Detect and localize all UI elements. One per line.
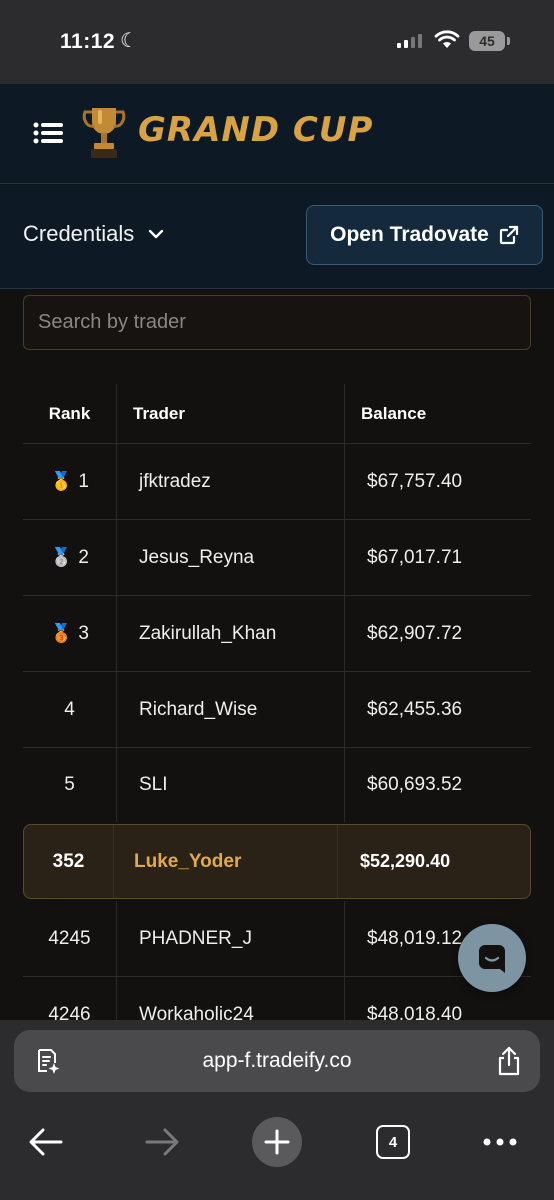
table-row[interactable]: 🥉 3 Zakirullah_Khan $62,907.72 <box>23 596 531 672</box>
table-row[interactable]: 4246 Workaholic24 $48,018.40 <box>23 977 531 1020</box>
more-button[interactable] <box>478 1118 522 1166</box>
new-tab-button[interactable] <box>251 1117 303 1167</box>
table-row[interactable]: 4 Richard_Wise $62,455.36 <box>23 672 531 748</box>
bronze-medal-icon: 🥉 <box>50 623 73 643</box>
trader-cell: SLI <box>117 748 345 822</box>
balance-cell: $60,693.52 <box>367 774 463 795</box>
balance-cell: $62,907.72 <box>367 622 463 644</box>
leaderboard-table: Rank Trader Balance 🥇 1 jfktradez $67,757… <box>23 384 531 1020</box>
trader-cell: Zakirullah_Khan <box>117 596 345 671</box>
search-input[interactable] <box>23 295 531 350</box>
rank-value: 3 <box>78 622 89 644</box>
forward-arrow-icon <box>145 1128 179 1156</box>
cellular-signal-icon <box>397 34 422 48</box>
rank-cell: 🥈 2 <box>23 520 117 595</box>
table-row[interactable]: 4245 PHADNER_J $48,019.12 <box>23 901 531 977</box>
balance-header: Balance <box>361 403 427 423</box>
status-time: 11:12 <box>60 30 116 53</box>
rank-cell: 🥇 1 <box>23 444 117 519</box>
brand-title: GRAND CUP <box>138 110 374 150</box>
trader-header: Trader <box>117 384 345 443</box>
address-bar[interactable]: app-f.tradeify.co <box>14 1030 540 1092</box>
table-row[interactable]: 🥈 2 Jesus_Reyna $67,017.71 <box>23 520 531 596</box>
more-dots-icon <box>483 1138 517 1146</box>
browser-toolbar: app-f.tradeify.co 4 <box>0 1020 554 1200</box>
trader-cell: Luke_Yoder <box>114 825 338 898</box>
status-bar: 11:12 ☾ 45 <box>0 0 554 84</box>
rank-cell: 4 <box>23 672 117 747</box>
app-content: GRAND CUP Credentials Open Tradovate Ran… <box>0 84 554 1020</box>
moon-icon: ☾ <box>120 30 138 52</box>
plus-icon <box>252 1117 302 1167</box>
rank-value: 2 <box>78 546 89 568</box>
tabs-button[interactable]: 4 <box>374 1118 412 1166</box>
top-bar: GRAND CUP <box>0 84 554 184</box>
rank-value: 1 <box>78 470 89 492</box>
rank-cell: 4245 <box>23 901 117 976</box>
table-header: Rank Trader Balance <box>23 384 531 444</box>
back-button[interactable] <box>24 1118 68 1166</box>
credentials-bar: Credentials Open Tradovate <box>0 185 554 289</box>
share-icon[interactable] <box>496 1046 522 1076</box>
rank-cell: 4246 <box>23 977 117 1020</box>
chat-button[interactable] <box>458 924 526 992</box>
rank-cell: 🥉 3 <box>23 596 117 671</box>
rank-cell: 352 <box>24 825 114 898</box>
table-row[interactable]: 🥇 1 jfktradez $67,757.40 <box>23 444 531 520</box>
balance-cell: $67,757.40 <box>367 470 463 492</box>
table-row[interactable]: 5 SLI $60,693.52 <box>23 748 531 822</box>
rank-cell: 5 <box>23 748 117 822</box>
current-user-row[interactable]: 352 Luke_Yoder $52,290.40 <box>23 824 531 899</box>
back-arrow-icon <box>29 1128 63 1156</box>
menu-icon[interactable] <box>33 122 63 144</box>
gold-medal-icon: 🥇 <box>50 471 73 491</box>
balance-cell: $67,017.71 <box>367 546 463 568</box>
trader-cell: Jesus_Reyna <box>117 520 345 595</box>
reader-mode-icon[interactable] <box>34 1047 62 1075</box>
tab-count: 4 <box>376 1125 410 1159</box>
forward-button[interactable] <box>140 1118 184 1166</box>
battery-nub <box>507 37 510 45</box>
credentials-label: Credentials <box>23 221 135 246</box>
chevron-down-icon <box>149 229 164 239</box>
battery-icon: 45 <box>469 31 505 51</box>
external-link-icon <box>499 225 518 245</box>
chat-icon <box>479 945 505 973</box>
open-tradovate-button[interactable]: Open Tradovate <box>306 205 543 265</box>
trader-cell: Workaholic24 <box>117 977 345 1020</box>
wifi-icon <box>434 30 460 48</box>
trader-cell: PHADNER_J <box>117 901 345 976</box>
balance-cell: $52,290.40 <box>360 851 451 871</box>
trader-cell: Richard_Wise <box>117 672 345 747</box>
balance-cell: $62,455.36 <box>367 698 463 720</box>
silver-medal-icon: 🥈 <box>50 547 73 567</box>
open-tradovate-label: Open Tradovate <box>330 223 489 246</box>
url-text: app-f.tradeify.co <box>202 1049 352 1072</box>
trophy-logo-icon <box>82 108 126 158</box>
credentials-dropdown[interactable]: Credentials <box>23 221 164 247</box>
trader-cell: jfktradez <box>117 444 345 519</box>
rank-header: Rank <box>23 384 117 443</box>
